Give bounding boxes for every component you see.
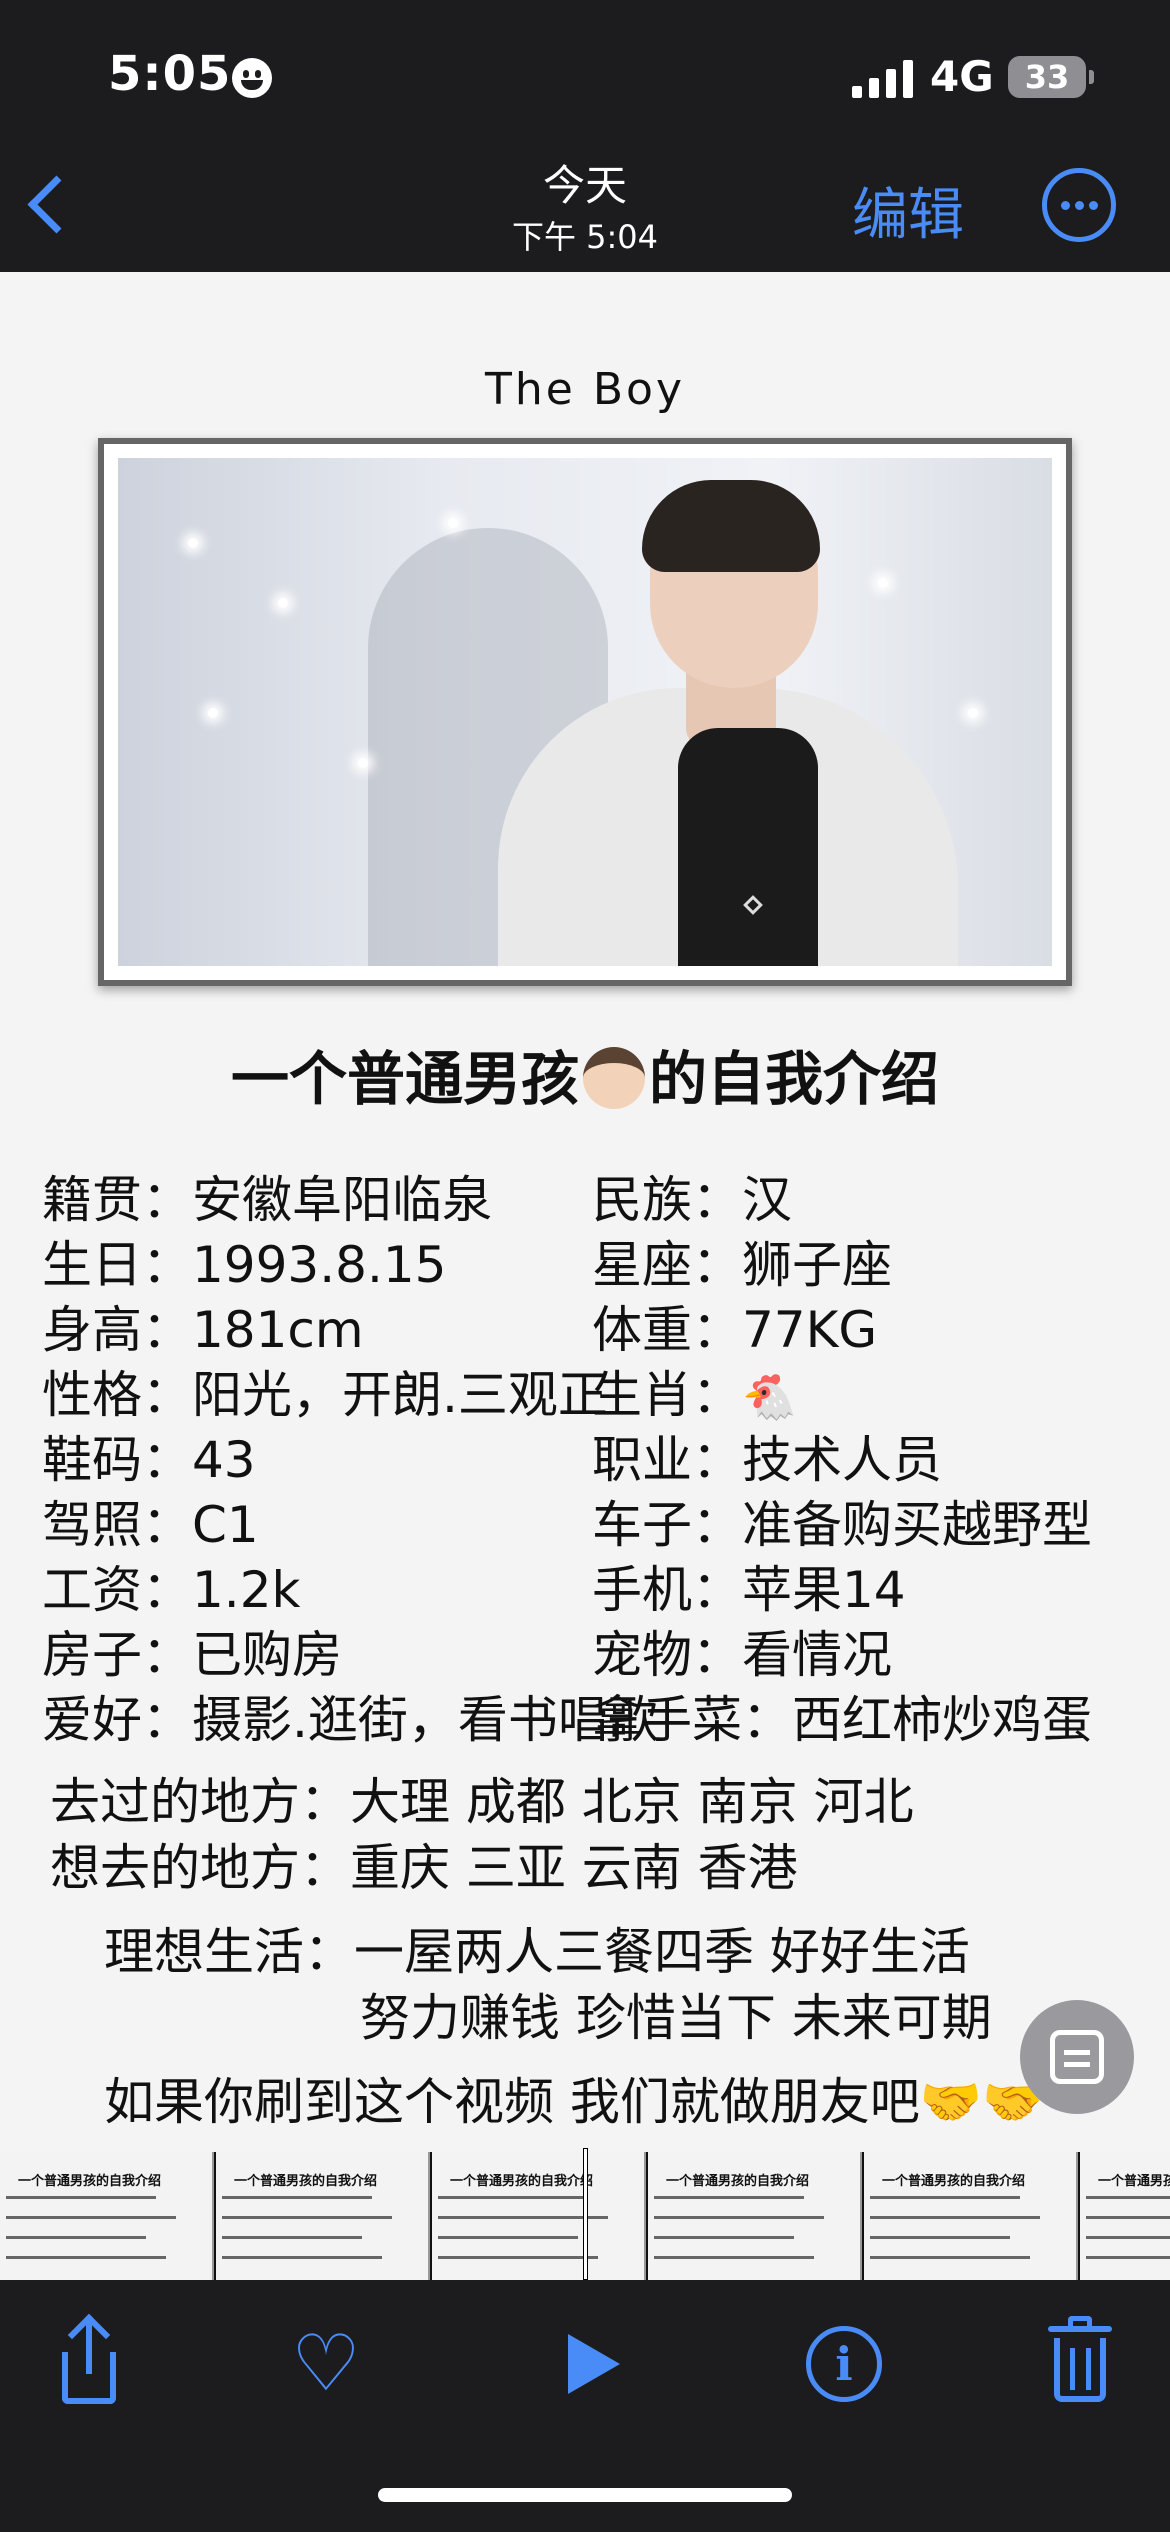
live-text-scan-icon[interactable] (1020, 2000, 1134, 2114)
info-ideal-life: 理想生活：一屋两人三餐四季 好好生活 (104, 1923, 970, 1981)
info-signature-dish: 拿手菜：西红柿炒鸡蛋 (592, 1691, 1092, 1749)
nav-subtitle: 下午 5:04 (511, 218, 659, 256)
battery-icon: 33 (1008, 56, 1094, 98)
photo-viewer[interactable]: The Boy 一个普通男孩 的自我介绍 籍贯：安徽阜阳临泉 生日：1993.8.… (0, 272, 1170, 2152)
info-license: 驾照：C1 (42, 1496, 259, 1554)
play-icon[interactable] (540, 2314, 640, 2414)
scrubber-playhead[interactable] (583, 2148, 588, 2280)
portrait-frame (98, 438, 1072, 986)
thumbnail[interactable]: 一个普通男孩的自我介绍 (216, 2152, 430, 2280)
thumbnail[interactable]: 一个普通男孩的自我介绍 (648, 2152, 862, 2280)
info-birthday: 生日：1993.8.15 (42, 1236, 447, 1294)
info-want-to-visit: 想去的地方：重庆 三亚 云南 香港 (50, 1839, 798, 1897)
bottom-toolbar: ♡ i (0, 2280, 1170, 2532)
home-indicator[interactable] (378, 2488, 792, 2502)
focus-smiley-icon (232, 58, 272, 98)
info-ethnicity: 民族：汉 (592, 1171, 792, 1229)
info-car: 车子：准备购买越野型 (592, 1496, 1092, 1554)
network-type: 4G (930, 52, 994, 101)
info-phone: 手机：苹果14 (592, 1561, 906, 1619)
info-occupation: 职业：技术人员 (592, 1431, 942, 1489)
hair (642, 480, 820, 572)
info-chinese-zodiac: 生肖：🐔 (592, 1366, 797, 1424)
info-weight: 体重：77KG (592, 1301, 878, 1359)
info-visited: 去过的地方：大理 成都 北京 南京 河北 (50, 1773, 914, 1831)
top-bar: 5:05 4G 33 今天 下午 5:04 编辑 (0, 0, 1170, 272)
info-hometown: 籍贯：安徽阜阳临泉 (42, 1171, 492, 1229)
info-shoe-size: 鞋码：43 (42, 1431, 256, 1489)
thumbnail[interactable]: 一个普通男孩的自我介绍 (1080, 2152, 1170, 2280)
closing-line: 如果你刷到这个视频 我们就做朋友吧🤝🤝 (104, 2073, 1045, 2131)
boy-face-emoji (583, 1047, 645, 1109)
info-salary: 工资：1.2k (42, 1561, 301, 1619)
info-icon[interactable]: i (796, 2314, 896, 2414)
rooster-icon: 🐔 (742, 1372, 797, 1423)
headline-part-1: 一个普通男孩 (230, 1045, 579, 1113)
info-pet: 宠物：看情况 (592, 1626, 892, 1684)
heart-icon[interactable]: ♡ (276, 2314, 376, 2414)
info-house: 房子：已购房 (42, 1626, 342, 1684)
trash-icon[interactable] (1030, 2314, 1130, 2414)
portrait-image (118, 458, 1052, 966)
info-zodiac: 星座：狮子座 (592, 1236, 892, 1294)
nav-title: 今天 (542, 161, 627, 210)
headline-part-2: 的自我介绍 (649, 1045, 940, 1113)
headline: 一个普通男孩 的自我介绍 (0, 1032, 1170, 1116)
photo-title: The Boy (485, 364, 685, 415)
cellular-signal-icon (852, 58, 914, 98)
ellipsis-circle-icon[interactable] (1042, 168, 1116, 242)
info-personality: 性格：阳光，开朗.三观正 (42, 1366, 608, 1424)
thumbnail[interactable]: 一个普通男孩的自我介绍 (864, 2152, 1078, 2280)
info-height: 身高：181cm (42, 1301, 364, 1359)
info-hobbies: 爱好：摄影.逛街，看书唱歌 (42, 1691, 658, 1749)
info-ideal-life-line2: 努力赚钱 珍惜当下 未来可期 (360, 1989, 992, 2047)
edit-button[interactable]: 编辑 (852, 170, 964, 251)
thumbnail[interactable]: 一个普通男孩的自我介绍 (0, 2152, 214, 2280)
share-icon[interactable] (38, 2313, 138, 2414)
thumbnail[interactable]: 一个普通男孩的自我介绍 (432, 2152, 646, 2280)
status-time: 5:05 (108, 46, 232, 102)
black-tee (678, 728, 818, 966)
